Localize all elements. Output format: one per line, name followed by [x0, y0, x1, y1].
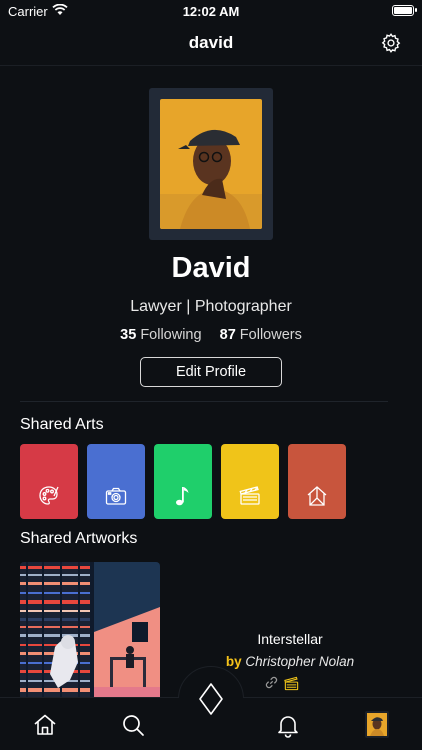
artwork-author[interactable]: Christopher Nolan	[245, 654, 354, 669]
follow-stats: 35 Following 87 Followers	[0, 327, 422, 343]
art-tile-painting[interactable]	[20, 444, 78, 519]
palette-icon	[39, 486, 59, 505]
shared-arts-title: Shared Arts	[20, 416, 104, 433]
art-tile-architecture[interactable]	[288, 444, 346, 519]
profile-avatar	[367, 713, 387, 736]
profile-name: David	[171, 252, 251, 284]
profile-bio: Lawyer | Photographer	[130, 298, 292, 315]
clapperboard-icon	[239, 486, 260, 505]
edit-profile-button[interactable]: Edit Profile	[140, 357, 282, 387]
profile-photo	[160, 99, 262, 229]
link-icon[interactable]	[265, 676, 278, 689]
followers-label[interactable]: Followers	[240, 327, 302, 343]
gear-icon[interactable]	[380, 32, 402, 54]
house-outline-icon	[307, 486, 327, 506]
nav-divider	[0, 65, 422, 66]
nav-title: david	[188, 33, 234, 52]
artwork-poster-image	[20, 562, 160, 702]
clapperboard-icon	[284, 676, 299, 691]
artwork-card[interactable]	[20, 562, 160, 702]
art-tile-music[interactable]	[154, 444, 212, 519]
artwork-by-label: by	[225, 654, 242, 669]
profile-photo-frame[interactable]	[149, 88, 273, 240]
search-icon[interactable]	[120, 712, 146, 738]
battery-icon	[392, 5, 417, 16]
artwork-author-line: by Christopher Nolan	[210, 654, 370, 669]
section-divider	[20, 401, 388, 402]
home-icon[interactable]	[32, 712, 58, 738]
diamond-icon[interactable]	[198, 682, 224, 716]
following-count[interactable]: 35	[120, 327, 136, 343]
following-label[interactable]: Following	[140, 327, 201, 343]
music-note-icon	[176, 487, 189, 506]
bell-icon[interactable]	[275, 712, 301, 738]
art-tile-photography[interactable]	[87, 444, 145, 519]
followers-count[interactable]: 87	[220, 327, 236, 343]
status-bar: Carrier 12:02 AM	[0, 0, 422, 22]
artwork-title: Interstellar	[257, 631, 323, 647]
profile-avatar-tab[interactable]	[365, 711, 389, 738]
art-tile-film[interactable]	[221, 444, 279, 519]
status-time: 12:02 AM	[182, 4, 240, 19]
shared-artworks-title: Shared Artworks	[20, 530, 138, 547]
camera-icon	[105, 487, 127, 505]
